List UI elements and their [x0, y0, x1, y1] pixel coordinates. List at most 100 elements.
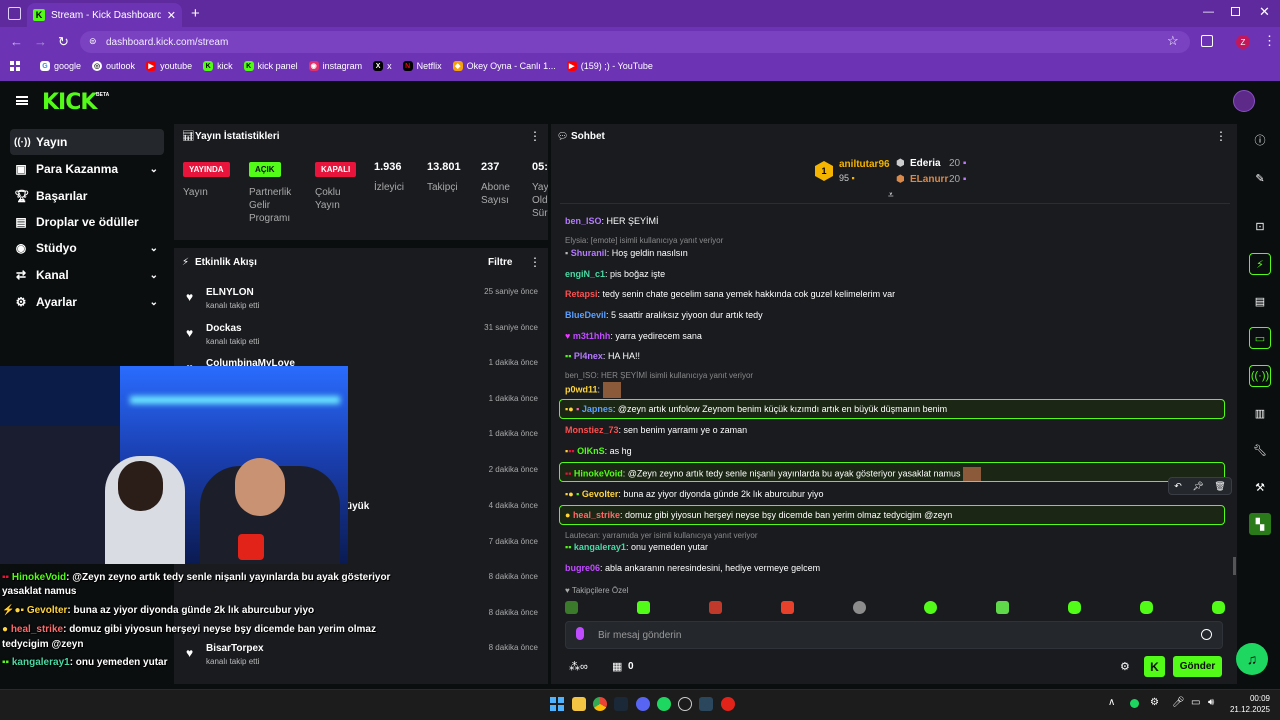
channel-points-icon[interactable]: ⁂∞: [569, 660, 588, 673]
emote-icon[interactable]: [1140, 601, 1153, 614]
profile-avatar[interactable]: Z: [1236, 35, 1250, 49]
send-button[interactable]: Gönder: [1173, 656, 1222, 677]
gifter-name[interactable]: ELanurr: [910, 174, 948, 185]
apps-grid-icon[interactable]: [10, 61, 20, 71]
tray-chevron-icon[interactable]: ∧: [1108, 697, 1115, 708]
bookmark-google[interactable]: Ggoogle: [40, 61, 81, 71]
emote-icon[interactable]: [565, 601, 578, 614]
stat-partner: AÇIK Partnerlik Gelir Programı: [249, 161, 301, 225]
steam-2-icon[interactable]: [699, 697, 713, 711]
expand-gifters-icon[interactable]: ⩡: [888, 190, 894, 201]
edit-icon[interactable]: ✎: [1249, 167, 1271, 189]
activity-menu-icon[interactable]: ⋮: [529, 255, 541, 269]
sidebar-item-kanal[interactable]: ⇄ Kanal ⌄: [10, 262, 164, 288]
reply-icon[interactable]: ↶: [1174, 481, 1182, 492]
okey-icon: ◆: [452, 61, 463, 71]
extensions-icon[interactable]: [1201, 35, 1213, 47]
url-bar[interactable]: ⊜ dashboard.kick.com/stream: [80, 31, 1190, 53]
bookmark-star-icon[interactable]: ☆: [1167, 33, 1179, 49]
sub-gift-icon: ▪: [851, 173, 855, 183]
bookmark-netflix[interactable]: N Netflix: [402, 61, 442, 71]
emote-icon[interactable]: [636, 601, 650, 614]
tab-close-icon[interactable]: ✕: [167, 9, 176, 22]
chat-menu-icon[interactable]: ⋮: [1215, 129, 1227, 143]
chat-scrollbar[interactable]: [1233, 557, 1236, 575]
network-icon[interactable]: ▭: [1191, 697, 1200, 708]
youtube-icon: ▶: [566, 61, 577, 71]
kick-emote-button[interactable]: K: [1144, 656, 1165, 677]
top-gifter-count: 95 ▪: [839, 173, 855, 183]
sidebar-item-para-kazanma[interactable]: ▣ Para Kazanma ⌄: [10, 156, 164, 182]
tray-steam-icon[interactable]: ⚙: [1150, 697, 1159, 708]
microphone-icon[interactable]: [576, 627, 584, 640]
start-menu-icon[interactable]: [550, 697, 564, 711]
back-icon[interactable]: ←: [10, 34, 23, 49]
notes-icon[interactable]: ▤: [1249, 290, 1271, 312]
pin-icon[interactable]: 📌︎: [1192, 481, 1203, 492]
sidebar-item-droplar[interactable]: ▤ Droplar ve ödüller: [10, 209, 164, 235]
tab-search-icon[interactable]: [8, 7, 21, 20]
emote-icon[interactable]: [780, 601, 794, 614]
sidebar-item-studyo[interactable]: ◉ Stüdyo ⌄: [10, 235, 164, 261]
emoji-picker-icon[interactable]: [1201, 629, 1212, 640]
top-gifter-name[interactable]: aniltutar96: [839, 159, 890, 170]
chat-settings-icon[interactable]: ⚙: [1120, 660, 1130, 673]
support-chat-icon[interactable]: ♫: [1236, 643, 1268, 675]
bookmark-x[interactable]: Xx: [373, 61, 392, 71]
bookmark-kick-panel[interactable]: Kkick panel: [243, 61, 298, 71]
broadcast-rail-icon[interactable]: ((·)): [1249, 365, 1271, 387]
chat-toggle-icon[interactable]: ▭: [1249, 327, 1271, 349]
kick-app-icon[interactable]: ▚: [1249, 513, 1271, 535]
quick-actions-icon[interactable]: ⚡︎: [1249, 253, 1271, 275]
emote-icon[interactable]: [1211, 601, 1225, 614]
storage-icon[interactable]: ▥: [1249, 402, 1271, 424]
bookmark-okey[interactable]: ◆ Okey Oyna - Canlı 1...: [452, 61, 556, 71]
emote-icon[interactable]: [708, 601, 722, 614]
wrench-icon[interactable]: 🔧︎: [1249, 439, 1271, 461]
browser-tab[interactable]: K Stream - Kick Dashboard ✕: [27, 3, 182, 27]
emote-icon[interactable]: [996, 601, 1010, 614]
capture-icon[interactable]: ⊡: [1249, 215, 1271, 237]
forward-icon[interactable]: →: [34, 34, 47, 49]
tray-spotify-icon[interactable]: [1130, 699, 1139, 708]
steam-icon[interactable]: [614, 697, 628, 711]
discord-icon[interactable]: [636, 697, 650, 711]
app-red-icon[interactable]: [721, 697, 735, 711]
emote-icon[interactable]: [852, 601, 866, 614]
sidebar-item-ayarlar[interactable]: ⚙ Ayarlar ⌄: [10, 289, 164, 315]
bookmark-outlook[interactable]: ◎ outlook: [92, 61, 135, 71]
browser-menu-icon[interactable]: ⋮: [1263, 33, 1276, 49]
gifter-name[interactable]: Ederia: [910, 158, 941, 169]
kick-logo[interactable]: KICK: [42, 90, 97, 115]
minimize-icon[interactable]: —: [1203, 6, 1214, 18]
user-avatar[interactable]: [1233, 90, 1255, 112]
bookmark-instagram[interactable]: ◉ instagram: [308, 61, 362, 71]
bookmark-youtube-2[interactable]: ▶ (159) ;) - YouTube: [566, 61, 653, 71]
restore-icon[interactable]: [1231, 7, 1240, 16]
store-icon[interactable]: ▦: [612, 660, 622, 673]
new-tab-icon[interactable]: +: [191, 5, 200, 22]
window-close-icon[interactable]: ✕: [1259, 4, 1270, 20]
hamburger-menu-icon[interactable]: [16, 96, 28, 105]
filter-button[interactable]: Filtre: [488, 257, 512, 268]
reload-icon[interactable]: ↻: [58, 34, 69, 50]
emote-icon[interactable]: [924, 601, 938, 614]
delete-icon[interactable]: 🗑︎: [1214, 481, 1225, 492]
clock[interactable]: 00:09 21.12.2025: [1226, 693, 1270, 715]
bookmark-kick[interactable]: Kkick: [203, 61, 233, 71]
sidebar-item-basarilar[interactable]: 🏆︎ Başarılar: [10, 183, 164, 209]
spotify-icon[interactable]: [657, 697, 671, 711]
obs-icon[interactable]: [678, 697, 692, 711]
chrome-icon[interactable]: [593, 697, 607, 711]
emote-icon[interactable]: [1068, 601, 1082, 614]
tools-icon[interactable]: ⚒: [1249, 476, 1271, 498]
info-icon[interactable]: ⓘ: [1249, 129, 1271, 151]
tray-mic-icon[interactable]: 🎤︎: [1172, 697, 1185, 708]
sidebar-item-yayin[interactable]: ((·)) Yayın: [10, 129, 164, 155]
stats-menu-icon[interactable]: ⋮: [529, 129, 541, 143]
site-info-icon[interactable]: ⊜: [89, 36, 97, 47]
bookmark-youtube[interactable]: ▶ youtube: [146, 61, 192, 71]
volume-icon[interactable]: 🔊︎: [1208, 697, 1214, 708]
file-explorer-icon[interactable]: [572, 697, 586, 711]
clock-date: 21.12.2025: [1229, 705, 1270, 714]
